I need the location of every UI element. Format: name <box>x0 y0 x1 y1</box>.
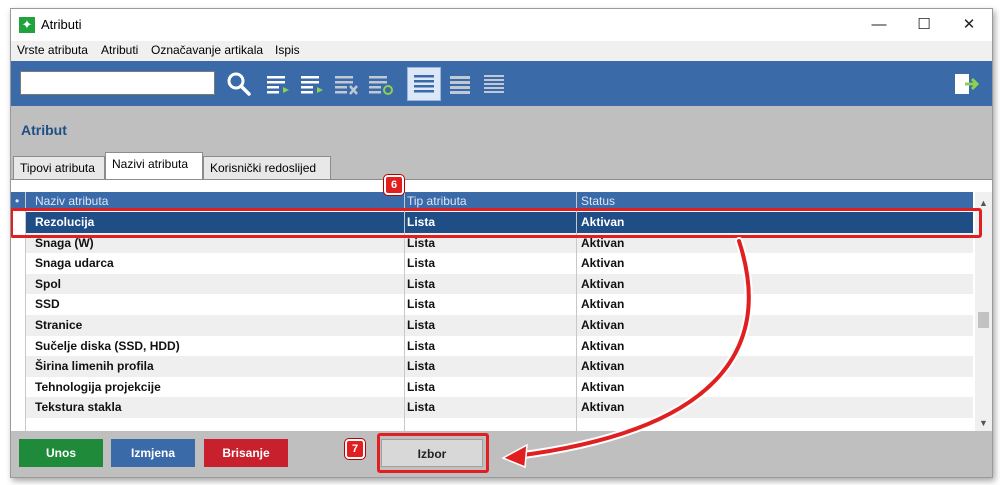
view-dense-icon[interactable] <box>481 70 509 98</box>
cell-name: Stranice <box>35 318 83 332</box>
tab-nazivi-atributa[interactable]: Nazivi atributa <box>105 152 203 179</box>
bottom-button-bar: Unos Izmjena Brisanje Izbor <box>11 431 992 477</box>
window-title: Atributi <box>41 17 82 32</box>
header-indicator: • <box>15 194 20 208</box>
cell-type: Lista <box>407 338 436 353</box>
cell-type: Lista <box>407 379 436 394</box>
menu-bar: Vrste atributa Atributi Označavanje arti… <box>11 41 992 61</box>
cell-status: Aktivan <box>581 256 625 271</box>
cell-name: Snaga udarca <box>35 256 114 271</box>
cell-type: Lista <box>407 256 436 271</box>
izmjena-button[interactable]: Izmjena <box>111 439 195 467</box>
app-icon: ✦ <box>19 17 35 33</box>
table-row[interactable]: SSD Lista Aktivan <box>25 294 973 315</box>
scroll-thumb[interactable] <box>978 312 989 328</box>
table-row[interactable]: Tekstura stakla Lista Aktivan <box>25 397 973 418</box>
column-header-status[interactable]: Status <box>581 194 615 208</box>
maximize-icon[interactable]: ☐ <box>901 9 947 41</box>
table-row[interactable]: Spol Lista Aktivan <box>25 273 973 295</box>
tab-tipovi-atributa[interactable]: Tipovi atributa <box>13 156 105 179</box>
unos-button[interactable]: Unos <box>19 439 103 467</box>
cell-type: Lista <box>407 318 436 332</box>
scroll-down-icon[interactable]: ▼ <box>979 418 988 428</box>
highlight-selected-row <box>11 208 982 238</box>
table-row[interactable]: Tehnologija projekcije Lista Aktivan <box>25 377 973 398</box>
menu-atributi[interactable]: Atributi <box>101 43 138 57</box>
minimize-icon[interactable]: — <box>856 9 902 41</box>
tab-korisnicki-redoslijed[interactable]: Korisnički redoslijed <box>203 156 331 179</box>
page-title: Atribut <box>21 122 67 138</box>
menu-oznacavanje-artikala[interactable]: Označavanje artikala <box>151 43 263 57</box>
menu-ispis[interactable]: Ispis <box>275 43 300 57</box>
cell-status: Aktivan <box>581 318 625 332</box>
list-delete-icon[interactable] <box>333 70 361 98</box>
exit-icon[interactable] <box>951 70 979 98</box>
menu-vrste-atributa[interactable]: Vrste atributa <box>17 43 88 57</box>
table-row[interactable]: Sučelje diska (SSD, HDD) Lista Aktivan <box>25 336 973 357</box>
cell-type: Lista <box>407 297 436 312</box>
cell-status: Aktivan <box>581 359 625 374</box>
table-row[interactable]: Snaga udarca Lista Aktivan <box>25 253 973 274</box>
title-bar: ✦ Atributi — ☐ ✕ <box>11 9 992 41</box>
cell-status: Aktivan <box>581 276 625 291</box>
toolbar <box>11 61 992 106</box>
step-badge-6: 6 <box>384 175 404 195</box>
column-header-tip[interactable]: Tip atributa <box>407 194 467 208</box>
search-input[interactable] <box>20 71 215 95</box>
cell-status: Aktivan <box>581 338 625 353</box>
column-header-naziv[interactable]: Naziv atributa <box>35 194 108 208</box>
view-compact-icon[interactable] <box>447 70 475 98</box>
cell-type: Lista <box>407 359 436 374</box>
cell-type: Lista <box>407 276 436 291</box>
close-icon[interactable]: ✕ <box>946 9 992 41</box>
highlight-izbor-button <box>377 433 489 473</box>
search-icon[interactable] <box>225 70 253 98</box>
atributi-window: ✦ Atributi — ☐ ✕ Vrste atributa Atributi… <box>10 8 993 478</box>
cell-name: SSD <box>35 297 60 312</box>
cell-name: Tehnologija projekcije <box>35 379 161 394</box>
cell-status: Aktivan <box>581 297 625 312</box>
cell-name: Širina limenih profila <box>35 359 154 374</box>
view-list-button[interactable] <box>407 67 441 101</box>
cell-name: Sučelje diska (SSD, HDD) <box>35 338 180 353</box>
cell-status: Aktivan <box>581 400 625 415</box>
list-refresh-icon[interactable] <box>367 70 395 98</box>
cell-name: Tekstura stakla <box>35 400 122 415</box>
view-list-icon <box>414 75 434 93</box>
scroll-up-icon[interactable]: ▲ <box>979 198 988 208</box>
cell-name: Spol <box>35 276 61 291</box>
step-badge-7: 7 <box>345 439 365 459</box>
table-row[interactable]: Stranice Lista Aktivan <box>25 315 973 336</box>
cell-type: Lista <box>407 400 436 415</box>
table-row[interactable]: Širina limenih profila Lista Aktivan <box>25 356 973 377</box>
list-edit-icon[interactable] <box>299 70 327 98</box>
list-add-icon[interactable] <box>265 70 293 98</box>
tab-strip: Tipovi atributa Nazivi atributa Korisnič… <box>11 149 992 179</box>
brisanje-button[interactable]: Brisanje <box>204 439 288 467</box>
cell-status: Aktivan <box>581 379 625 394</box>
